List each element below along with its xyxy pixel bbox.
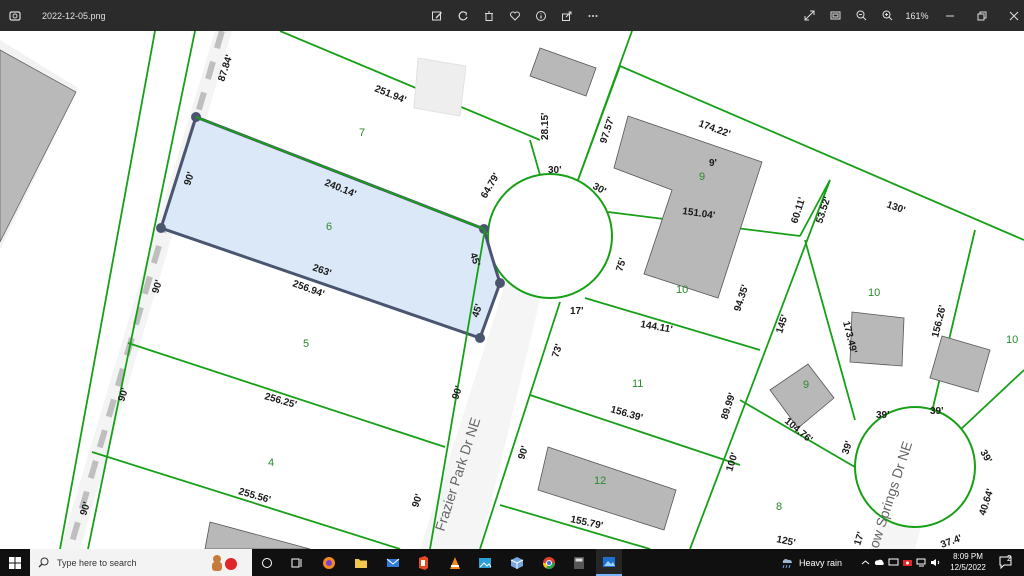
- gingerbread-doodle-icon: [212, 555, 237, 571]
- weather-text: Heavy rain: [799, 557, 843, 568]
- task-switch-icon[interactable]: [284, 549, 310, 576]
- info-icon[interactable]: [528, 0, 554, 31]
- taskbar-clock[interactable]: 8:09 PM 12/5/2022: [948, 551, 988, 573]
- svg-text:39': 39': [930, 406, 944, 417]
- lot-7-label: 7: [359, 127, 365, 139]
- mail-app-icon[interactable]: [380, 549, 406, 576]
- favorite-icon[interactable]: [502, 0, 528, 31]
- close-button[interactable]: [998, 0, 1024, 31]
- lot-10c-label: 10: [1006, 334, 1018, 346]
- lot-10b-label: 10: [868, 287, 880, 299]
- restore-button[interactable]: [966, 0, 998, 31]
- lot-9-label: 9: [699, 171, 705, 183]
- share-icon[interactable]: [554, 0, 580, 31]
- fit-window-icon[interactable]: [822, 0, 848, 31]
- rotate-icon[interactable]: [450, 0, 476, 31]
- cul-de-sac-springs: [854, 406, 976, 528]
- lot-11-label: 11: [632, 378, 643, 390]
- office-app-icon[interactable]: [410, 549, 436, 576]
- volume-icon[interactable]: [928, 549, 942, 576]
- more-icon[interactable]: [580, 0, 606, 31]
- camera-icon[interactable]: [900, 549, 914, 576]
- lot-5-label: 5: [303, 338, 309, 350]
- cube-app-icon[interactable]: [504, 549, 530, 576]
- zoom-level[interactable]: 161%: [900, 11, 934, 21]
- chevron-up-icon[interactable]: [858, 549, 872, 576]
- network-icon[interactable]: [914, 549, 928, 576]
- svg-text:28.15': 28.15': [540, 113, 551, 140]
- search-placeholder: Type here to search: [57, 557, 137, 568]
- notification-center-button[interactable]: 2: [994, 549, 1018, 576]
- photos-app-taskbar-icon[interactable]: [596, 549, 622, 576]
- svg-text:30': 30': [548, 165, 562, 176]
- vlc-app-icon[interactable]: [442, 549, 468, 576]
- notification-count: 2: [1007, 554, 1012, 563]
- photo-app-icon[interactable]: [472, 549, 498, 576]
- system-tray: [858, 549, 942, 576]
- svg-text:9': 9': [709, 158, 717, 169]
- expand-icon[interactable]: [796, 0, 822, 31]
- windows-start-icon[interactable]: [0, 549, 30, 576]
- chrome-app-icon[interactable]: [536, 549, 562, 576]
- file-name: 2022-12-05.png: [42, 10, 106, 21]
- zoom-in-icon[interactable]: [874, 0, 900, 31]
- svg-text:39': 39': [876, 410, 890, 421]
- title-bar: 2022-12-05.png 161%: [0, 0, 1024, 31]
- rain-cloud-icon: [782, 558, 793, 568]
- lot-6-label: 6: [326, 221, 332, 233]
- cul-de-sac-frazier: [487, 173, 613, 299]
- photos-app-icon: [0, 0, 30, 31]
- clock-time: 8:09 PM: [953, 552, 983, 561]
- svg-text:17': 17': [570, 306, 584, 317]
- task-view-icon[interactable]: [254, 549, 280, 576]
- taskbar-search-box[interactable]: Type here to search: [30, 549, 252, 576]
- parcel-map[interactable]: 7 6 5 4 9 10 11 12 8 10 9 10 Frazier Par…: [0, 31, 1024, 549]
- lot-8-label: 8: [776, 501, 782, 513]
- edit-icon[interactable]: [424, 0, 450, 31]
- weather-widget[interactable]: Heavy rain: [780, 549, 842, 576]
- lot-10-label: 10: [676, 284, 688, 296]
- cloud-icon[interactable]: [872, 549, 886, 576]
- zoom-out-icon[interactable]: [848, 0, 874, 31]
- clock-date: 12/5/2022: [950, 563, 986, 572]
- display-icon[interactable]: [886, 549, 900, 576]
- firefox-app-icon[interactable]: [316, 549, 342, 576]
- minimize-button[interactable]: [934, 0, 966, 31]
- calculator-app-icon[interactable]: [566, 549, 592, 576]
- lot-9b-label: 9: [803, 379, 809, 391]
- delete-icon[interactable]: [476, 0, 502, 31]
- lot-12-label: 12: [594, 475, 606, 487]
- lot-4-label: 4: [268, 457, 274, 469]
- file-explorer-icon[interactable]: [348, 549, 374, 576]
- search-icon: [38, 557, 49, 568]
- taskbar: Type here to search Heavy rain 8:09 PM 1…: [0, 549, 1024, 576]
